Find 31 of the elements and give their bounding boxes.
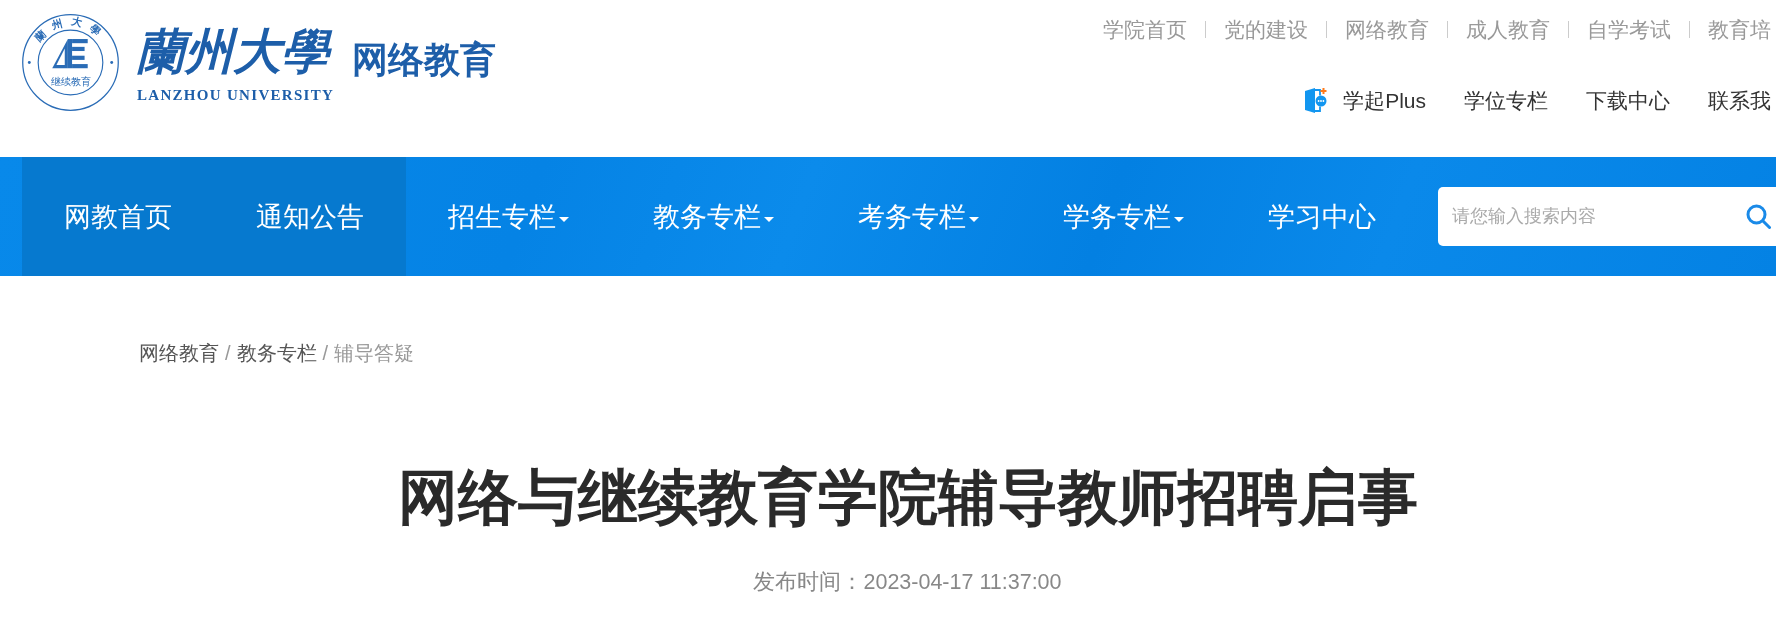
article-title: 网络与继续教育学院辅导教师招聘启事	[397, 463, 1418, 533]
nav-item[interactable]: 教务专栏	[611, 157, 816, 276]
top-link[interactable]: 党的建设	[1224, 17, 1308, 42]
breadcrumb-link[interactable]: 教务专栏	[236, 339, 317, 367]
seal-caption: 继续教育	[50, 75, 91, 87]
breadcrumb-separator: /	[322, 341, 329, 366]
nav-item[interactable]: 招生专栏	[406, 157, 611, 276]
logo-english-name: LANZHOU UNIVERSITY	[137, 87, 335, 103]
nav-item[interactable]: 网教首页	[22, 157, 214, 276]
quick-link[interactable]: 联系我	[1708, 88, 1771, 113]
nav-item[interactable]: 学务专栏	[1021, 157, 1226, 276]
search-field[interactable]: 请您输入搜索内容	[1438, 187, 1776, 246]
nav-item[interactable]: 考务专栏	[816, 157, 1021, 276]
breadcrumb-current: 辅导答疑	[334, 341, 415, 366]
breadcrumb-separator: /	[225, 341, 231, 366]
top-link[interactable]: 教育培	[1708, 17, 1771, 42]
breadcrumb-link[interactable]: 网络教育	[139, 339, 219, 367]
quick-link[interactable]: 学位专栏	[1464, 88, 1548, 113]
publish-date: 发布时间：2023-04-17 11:37:00	[753, 569, 1062, 596]
door-chat-icon	[1304, 87, 1328, 114]
nav-item[interactable]: 通知公告	[214, 157, 406, 276]
top-link[interactable]: 自学考试	[1587, 17, 1671, 42]
nav-item[interactable]: 学习中心	[1226, 157, 1418, 276]
quick-link[interactable]: 学起Plus	[1304, 87, 1426, 114]
seal-arc-text: 蘭州大學	[32, 15, 109, 43]
quick-link[interactable]: 下载中心	[1586, 88, 1670, 113]
logo-section-title: 网络教育	[352, 40, 497, 80]
top-link[interactable]: 网络教育	[1345, 17, 1429, 42]
top-link[interactable]: 成人教育	[1466, 17, 1550, 42]
top-link[interactable]: 学院首页	[1103, 17, 1187, 42]
search-icon[interactable]	[1746, 204, 1771, 229]
